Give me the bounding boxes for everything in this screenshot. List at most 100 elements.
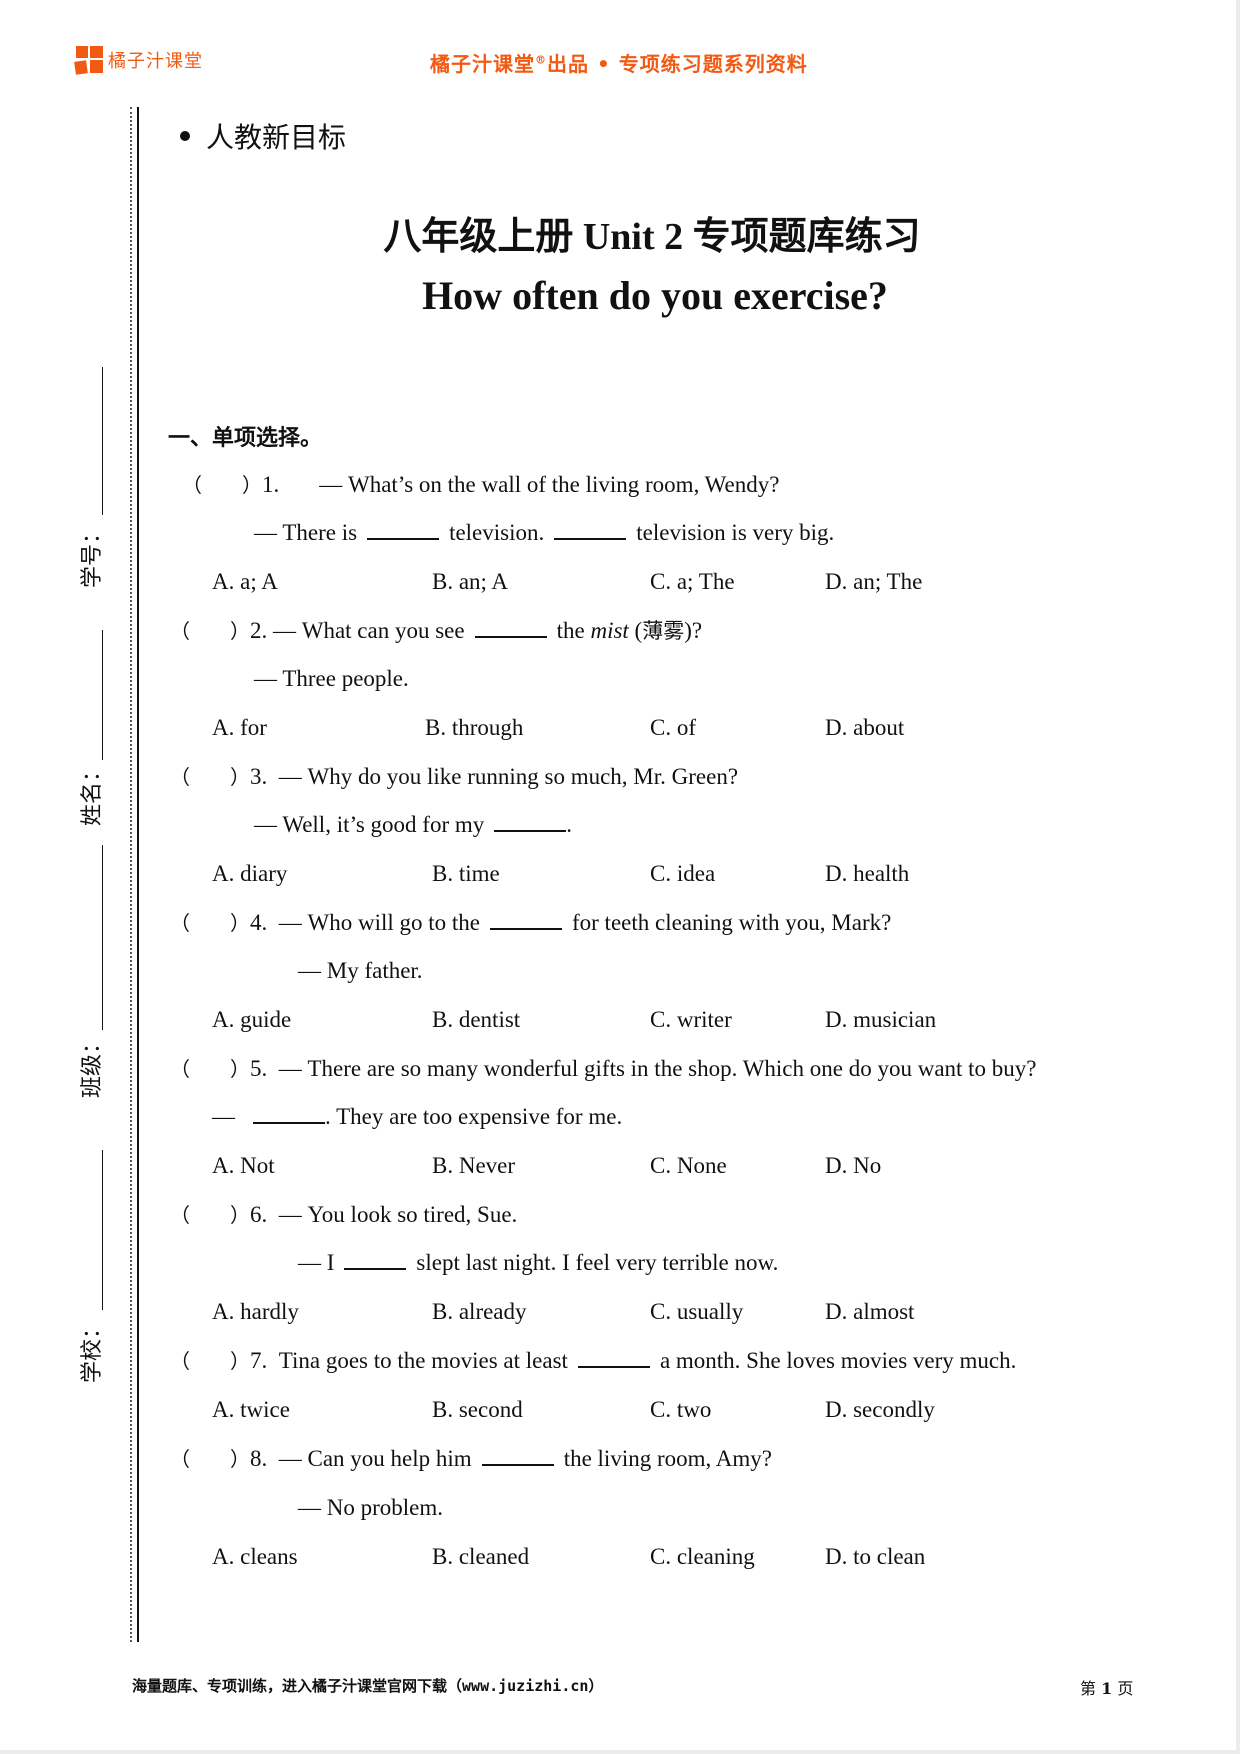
question-text: — You look so tired, Sue. (278, 1202, 518, 1227)
question-text: — Why do you like running so much, Mr. G… (278, 764, 739, 789)
question-text: a month. She loves movies very much. (659, 1348, 1017, 1373)
answer-box[interactable]: （ ） (170, 619, 250, 643)
answer-box[interactable]: （ ） (170, 1447, 250, 1471)
answer-blank[interactable] (554, 518, 627, 540)
answer-blank[interactable] (489, 908, 562, 930)
option-b[interactable]: B. an; A (432, 567, 508, 597)
class-fill-line[interactable] (102, 845, 103, 1030)
option-c[interactable]: C. None (650, 1151, 727, 1181)
option-a[interactable]: A. diary (212, 859, 287, 889)
series-title-prefix: 橘子汁课堂 (430, 52, 535, 76)
answer-box[interactable]: （ ） (170, 765, 250, 789)
question-2: （ ）2. — What can you see the mist (薄雾)? (170, 616, 702, 646)
name-fill-line[interactable] (102, 630, 103, 760)
option-b[interactable]: B. dentist (432, 1005, 520, 1035)
option-d[interactable]: D. almost (825, 1297, 914, 1327)
option-b[interactable]: B. already (432, 1297, 527, 1327)
question-3-line2: — Well, it’s good for my. (254, 810, 572, 840)
option-a[interactable]: A. a; A (212, 567, 278, 597)
answer-box[interactable]: （ ） (170, 911, 250, 935)
bullet-icon (180, 131, 190, 141)
page-number-value: 1 (1101, 1679, 1113, 1698)
question-text: the living room, Amy? (563, 1446, 772, 1471)
answer-box[interactable]: （ ） (182, 473, 262, 497)
answer-blank[interactable] (474, 616, 547, 638)
question-text: — There are so many wonderful gifts in t… (278, 1056, 1037, 1081)
page-subtitle: How often do you exercise? (422, 273, 888, 318)
brand-name: 橘子汁课堂 (108, 51, 203, 72)
answer-blank[interactable] (344, 1248, 407, 1270)
option-b[interactable]: B. cleaned (432, 1542, 529, 1572)
series-title-suffix: 出品 • 专项练习题系列资料 (547, 52, 808, 76)
question-text: — There is (254, 520, 358, 545)
question-text: — Who will go to the (278, 910, 480, 935)
question-number: 4. (250, 910, 268, 935)
option-d[interactable]: D. secondly (825, 1395, 935, 1425)
school-label: 学校： (80, 1316, 105, 1383)
option-c[interactable]: C. usually (650, 1297, 743, 1327)
question-number: 5. (250, 1056, 268, 1081)
option-c[interactable]: C. idea (650, 859, 715, 889)
answer-blank[interactable] (253, 1102, 325, 1124)
option-d[interactable]: D. an; The (825, 567, 922, 597)
school-fill-line[interactable] (102, 1150, 103, 1310)
option-d[interactable]: D. health (825, 859, 909, 889)
question-text: for teeth cleaning with you, Mark? (571, 910, 892, 935)
class-label: 班级： (80, 1031, 105, 1098)
answer-blank[interactable] (494, 810, 567, 832)
answer-box[interactable]: （ ） (170, 1349, 250, 1373)
italic-word: mist (590, 618, 629, 643)
option-b[interactable]: B. Never (432, 1151, 515, 1181)
question-text: ( (628, 618, 643, 643)
option-a[interactable]: A. twice (212, 1395, 290, 1425)
question-text: — Well, it’s good for my (254, 812, 485, 837)
answer-blank[interactable] (481, 1444, 554, 1466)
option-b[interactable]: B. time (432, 859, 500, 889)
question-number: 3. (250, 764, 268, 789)
binding-solid-line (137, 107, 139, 1642)
section-heading: 一、单项选择。 (168, 425, 323, 451)
option-d[interactable]: D. musician (825, 1005, 936, 1035)
option-d[interactable]: D. about (825, 713, 904, 743)
option-c[interactable]: C. a; The (650, 567, 735, 597)
option-d[interactable]: D. to clean (825, 1542, 925, 1572)
option-b[interactable]: B. second (432, 1395, 523, 1425)
option-a[interactable]: A. cleans (212, 1542, 298, 1572)
question-text: )? (684, 618, 703, 643)
option-c[interactable]: C. writer (650, 1005, 732, 1035)
question-text: Tina goes to the movies at least (278, 1348, 568, 1373)
option-a[interactable]: A. for (212, 713, 267, 743)
question-number: 2. (250, 618, 268, 643)
question-3: （ ）3. — Why do you like running so much,… (170, 762, 738, 792)
option-a[interactable]: A. hardly (212, 1297, 299, 1327)
question-2-line2: — Three people. (254, 666, 409, 691)
name-label: 姓名： (80, 759, 105, 826)
student-id-fill-line[interactable] (102, 367, 103, 515)
question-text: — What’s on the wall of the living room,… (319, 472, 780, 497)
option-c[interactable]: C. two (650, 1395, 711, 1425)
question-1-line2: — There is television. television is very … (254, 518, 834, 548)
question-number: 6. (250, 1202, 268, 1227)
page-prefix: 第 (1080, 1679, 1102, 1698)
question-text: television is very big. (636, 520, 835, 545)
option-d[interactable]: D. No (825, 1151, 881, 1181)
textbook-tag-text: 人教新目标 (206, 121, 347, 154)
answer-box[interactable]: （ ） (170, 1057, 250, 1081)
question-4: （ ）4. — Who will go to the for teeth clea… (170, 908, 891, 938)
option-a[interactable]: A. guide (212, 1005, 291, 1035)
question-number: 7. (250, 1348, 268, 1373)
option-c[interactable]: C. cleaning (650, 1542, 755, 1572)
answer-blank[interactable] (367, 518, 440, 540)
question-6-line2: — I slept last night. I feel very terribl… (298, 1248, 778, 1278)
question-1: （ ）1. — What’s on the wall of the living … (182, 470, 779, 500)
page-number: 第 1 页 (1080, 1675, 1133, 1699)
footer-download-note: 海量题库、专项训练，进入橘子汁课堂官网下载（www.juzizhi.cn） (132, 1677, 604, 1695)
option-a[interactable]: A. Not (212, 1151, 275, 1181)
question-7: （ ）7. Tina goes to the movies at least a … (170, 1346, 1016, 1376)
answer-box[interactable]: （ ） (170, 1203, 250, 1227)
option-b[interactable]: B. through (425, 713, 523, 743)
option-c[interactable]: C. of (650, 713, 696, 743)
title-unit: Unit 2 (573, 216, 693, 258)
answer-blank[interactable] (577, 1346, 650, 1368)
question-text: — Can you help him (278, 1446, 472, 1471)
